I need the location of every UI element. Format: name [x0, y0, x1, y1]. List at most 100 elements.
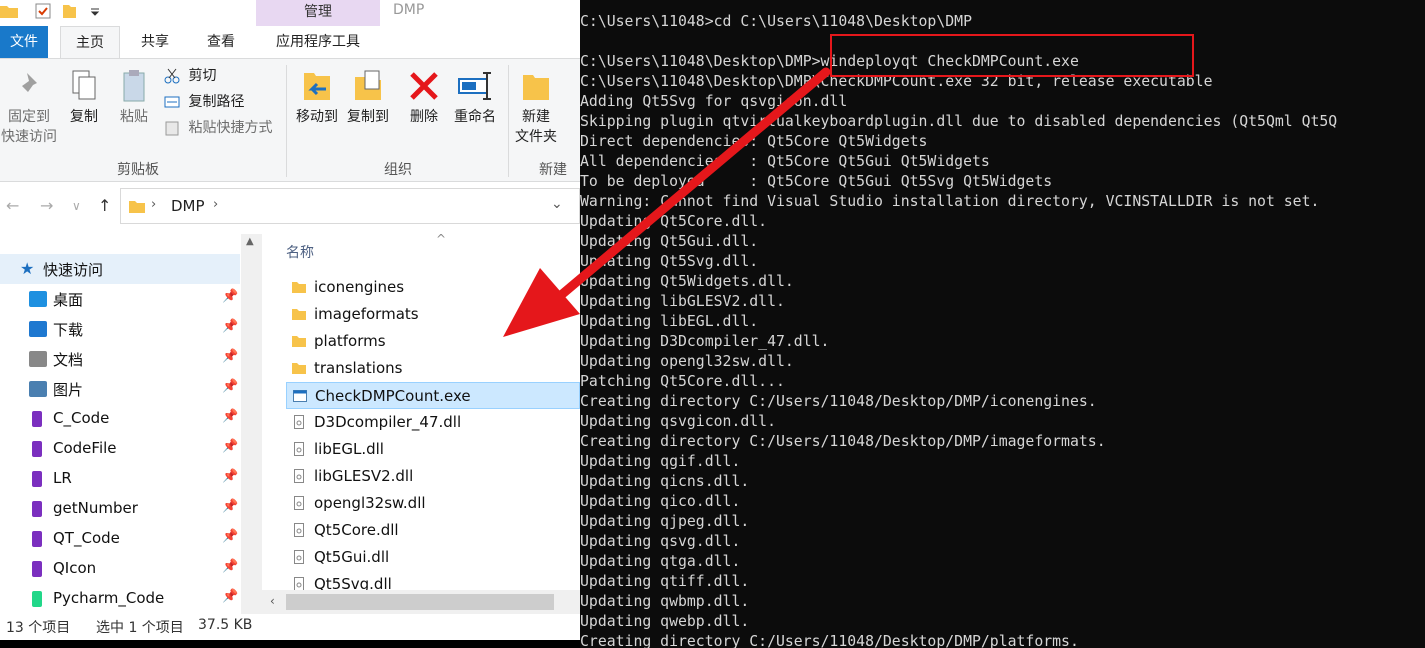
- copy-to-button[interactable]: 复制到: [344, 69, 392, 127]
- file-row[interactable]: platforms: [286, 328, 580, 355]
- pycharm-icon: [32, 591, 42, 607]
- move-to-button[interactable]: 移动到: [292, 69, 342, 127]
- pin-icon[interactable]: 📌: [222, 319, 238, 334]
- scroll-up-icon[interactable]: ▲: [246, 236, 254, 247]
- sidebar-item[interactable]: 下载 📌: [0, 314, 240, 344]
- file-row[interactable]: imageformats: [286, 301, 580, 328]
- console-line: Updating D3Dcompiler_47.dll.: [580, 333, 830, 350]
- scroll-left-icon[interactable]: ‹: [270, 594, 275, 608]
- copy-label: 复制: [70, 109, 98, 125]
- breadcrumb-chevron-icon[interactable]: ›: [151, 197, 156, 212]
- tab-share[interactable]: 共享: [126, 26, 184, 58]
- recent-dropdown-icon[interactable]: ∨: [72, 199, 81, 213]
- copy-to-icon: [355, 70, 381, 100]
- pin-icon[interactable]: 📌: [222, 349, 238, 364]
- file-name: libEGL.dll: [314, 440, 384, 458]
- file-row[interactable]: opengl32sw.dll: [286, 490, 580, 517]
- sidebar-item[interactable]: QIcon 📌: [0, 554, 240, 584]
- copy-path-button[interactable]: 复制路径: [164, 91, 244, 113]
- dll-icon: [294, 550, 304, 564]
- sidebar-item[interactable]: 文档 📌: [0, 344, 240, 374]
- back-arrow-icon[interactable]: ←: [6, 196, 19, 215]
- console-line: Creating directory C:/Users/11048/Deskto…: [580, 633, 1079, 648]
- tab-file[interactable]: 文件: [0, 26, 48, 58]
- status-item-count: 13 个项目: [6, 620, 71, 636]
- clipboard-group-label: 剪贴板: [117, 162, 159, 178]
- pin-quick-access-button[interactable]: 固定到 快速访问: [0, 69, 58, 147]
- sidebar-item[interactable]: LR 📌: [0, 464, 240, 494]
- sidebar-item-label: CodeFile: [53, 439, 117, 457]
- up-arrow-icon[interactable]: ↑: [98, 196, 111, 215]
- delete-button[interactable]: 删除: [404, 69, 444, 127]
- sidebar-item[interactable]: getNumber 📌: [0, 494, 240, 524]
- pin-icon[interactable]: 📌: [222, 589, 238, 604]
- nav-scrollbar[interactable]: ▲: [241, 234, 262, 614]
- pin-icon[interactable]: 📌: [222, 289, 238, 304]
- tab-home[interactable]: 主页: [60, 26, 120, 58]
- sidebar-item[interactable]: Pycharm_Code 📌: [0, 584, 240, 614]
- file-row[interactable]: libEGL.dll: [286, 436, 580, 463]
- pin-icon[interactable]: 📌: [222, 409, 238, 424]
- scrollbar-thumb[interactable]: [286, 594, 554, 610]
- file-row[interactable]: Qt5Core.dll: [286, 517, 580, 544]
- file-row[interactable]: D3Dcompiler_47.dll: [286, 409, 580, 436]
- file-row[interactable]: libGLESV2.dll: [286, 463, 580, 490]
- group-separator: [286, 65, 287, 177]
- pin-icon[interactable]: 📌: [222, 439, 238, 454]
- tab-view[interactable]: 查看: [192, 26, 250, 58]
- sidebar-item[interactable]: QT_Code 📌: [0, 524, 240, 554]
- pin-icon[interactable]: 📌: [222, 559, 238, 574]
- console-line: Updating Qt5Widgets.dll.: [580, 273, 794, 290]
- file-row[interactable]: translations: [286, 355, 580, 382]
- window-title: DMP: [393, 2, 425, 18]
- folder-icon: [292, 309, 306, 320]
- delete-icon: [410, 72, 438, 100]
- pin-icon[interactable]: 📌: [222, 379, 238, 394]
- column-header-name[interactable]: 名称: [286, 242, 314, 262]
- file-name: opengl32sw.dll: [314, 494, 426, 512]
- command-prompt-window[interactable]: C:\Users\11048>cd C:\Users\11048\Desktop…: [580, 0, 1425, 648]
- file-row[interactable]: Qt5Gui.dll: [286, 544, 580, 571]
- console-line: Updating libGLESV2.dll.: [580, 293, 785, 310]
- file-row[interactable]: CheckDMPCount.exe: [286, 382, 580, 409]
- forward-arrow-icon[interactable]: →: [40, 196, 53, 215]
- folder-icon[interactable]: [0, 2, 18, 20]
- file-row[interactable]: iconengines: [286, 274, 580, 301]
- nav-quick-access[interactable]: ★ 快速访问: [0, 254, 240, 284]
- onenote-icon: [32, 561, 42, 577]
- sidebar-item-label: LR: [53, 469, 72, 487]
- address-input[interactable]: › DMP › ⌄: [120, 188, 580, 224]
- sidebar-item[interactable]: 桌面 📌: [0, 284, 240, 314]
- download-icon: [29, 321, 47, 337]
- sidebar-item-label: 下载: [53, 321, 84, 339]
- customize-dropdown-icon[interactable]: [86, 2, 104, 20]
- sidebar-item[interactable]: 图片 📌: [0, 374, 240, 404]
- address-dropdown-icon[interactable]: ⌄: [551, 196, 563, 212]
- new-folder-icon[interactable]: [60, 2, 78, 20]
- horizontal-scrollbar[interactable]: ‹: [262, 590, 580, 614]
- console-line: Updating opengl32sw.dll.: [580, 353, 794, 370]
- paste-shortcut-button[interactable]: 粘贴快捷方式: [164, 117, 272, 139]
- new-folder-button[interactable]: 新建 文件夹: [512, 69, 560, 147]
- copy-button[interactable]: 复制: [62, 69, 106, 127]
- paste-button[interactable]: 粘贴: [112, 69, 156, 127]
- breadcrumb-dmp[interactable]: DMP: [171, 197, 205, 215]
- pin-icon[interactable]: 📌: [222, 469, 238, 484]
- file-list-pane: 名称 ^ iconengines imageformats platforms tra…: [262, 232, 580, 614]
- console-line: Warning: Cannot find Visual Studio insta…: [580, 193, 1320, 210]
- sidebar-item[interactable]: C_Code 📌: [0, 404, 240, 434]
- pin-icon[interactable]: 📌: [222, 499, 238, 514]
- console-line: Updating qsvgicon.dll.: [580, 413, 776, 430]
- rename-button[interactable]: 重命名: [450, 69, 500, 127]
- breadcrumb-chevron-icon[interactable]: ›: [213, 197, 218, 212]
- cut-button[interactable]: 剪切: [164, 65, 216, 87]
- paste-label: 粘贴: [120, 109, 148, 125]
- sidebar-item[interactable]: CodeFile 📌: [0, 434, 240, 464]
- tab-app-tools[interactable]: 应用程序工具: [258, 26, 378, 58]
- folder-icon: [292, 336, 306, 347]
- pin-icon[interactable]: 📌: [222, 529, 238, 544]
- move-to-label: 移动到: [296, 109, 338, 125]
- file-name: platforms: [314, 332, 386, 350]
- properties-icon[interactable]: [34, 2, 52, 20]
- tab-manage[interactable]: 管理: [256, 0, 380, 26]
